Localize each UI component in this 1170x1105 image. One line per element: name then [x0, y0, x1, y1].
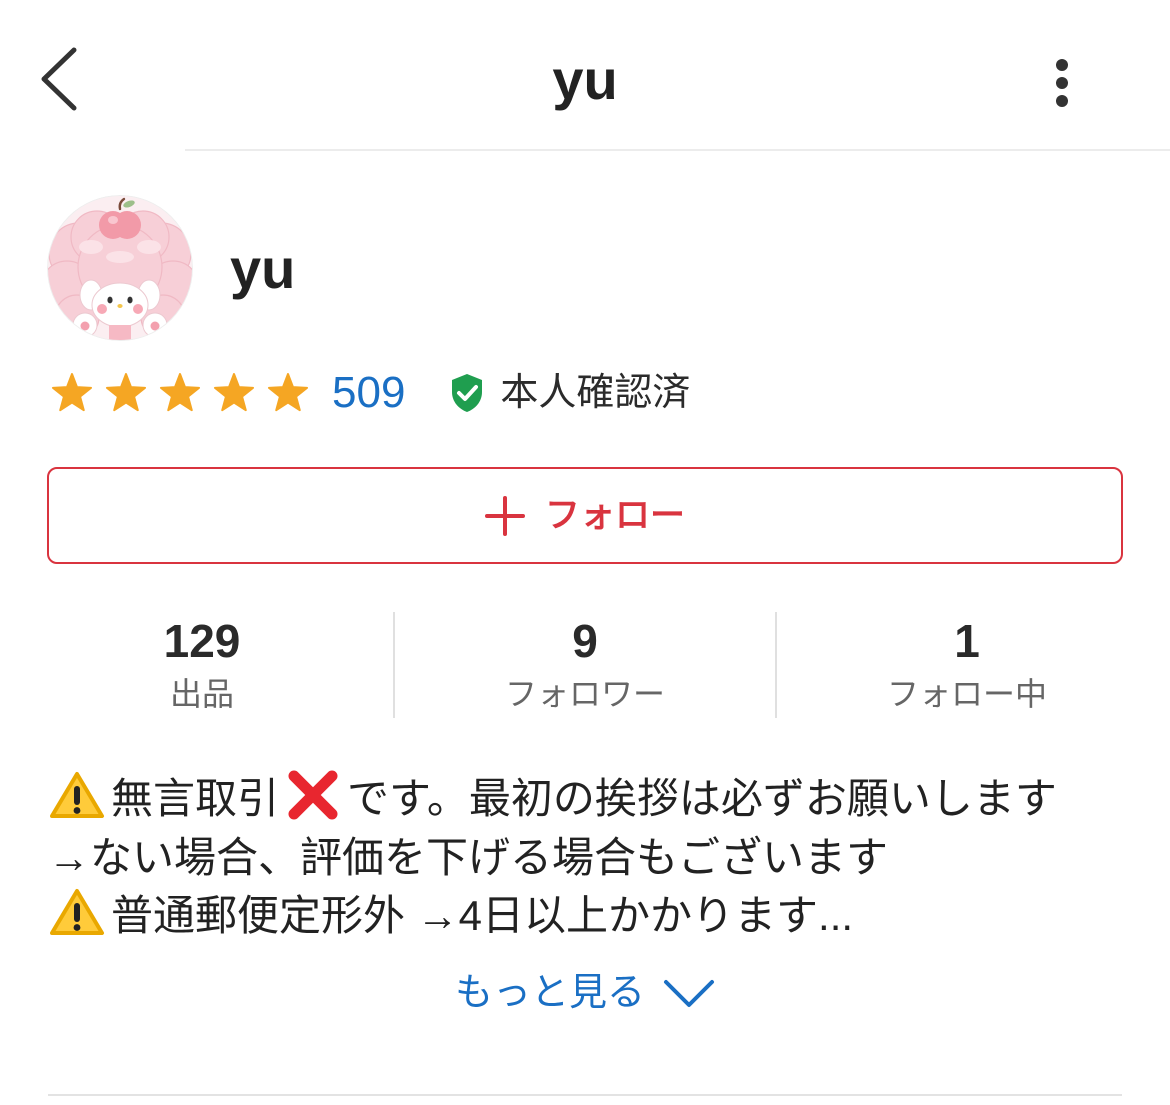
follow-button-label: フォロー — [544, 495, 685, 535]
warning-icon — [50, 889, 104, 935]
stat-value: 9 — [572, 615, 598, 667]
more-menu-button[interactable] — [1046, 54, 1078, 112]
bio-line: →ない場合、評価を下げる場合もございます — [48, 825, 1122, 883]
stat-label: フォロー中 — [886, 676, 1047, 712]
shield-check-icon — [452, 374, 483, 412]
stat-following[interactable]: 1 フォロー中 — [776, 612, 1158, 718]
page-title: yu — [552, 48, 618, 111]
bio-text: →ない場合、評価を下げる場合もございます — [48, 833, 889, 881]
show-more-label: もっと見る — [454, 972, 645, 1014]
rating-stars[interactable] — [51, 372, 309, 414]
bio-text: 普通郵便定形外 →4日以上かかります... — [111, 891, 854, 939]
verification-label: 本人確認済 — [500, 372, 691, 414]
stat-listings[interactable]: 129 出品 — [11, 612, 393, 718]
more-vertical-icon — [1056, 59, 1068, 107]
avatar — [47, 195, 193, 341]
bio-text: 無言取引 — [111, 774, 280, 822]
profile-name: yu — [230, 237, 296, 300]
cross-mark-icon — [288, 770, 338, 820]
rating-row: 509 本人確認済 — [51, 368, 690, 418]
bio-line: 普通郵便定形外 →4日以上かかります... — [48, 883, 1122, 941]
star-icon — [105, 373, 147, 412]
star-icon — [213, 373, 255, 412]
review-count-link[interactable]: 509 — [332, 368, 405, 418]
star-icon — [51, 373, 93, 412]
stat-value: 129 — [163, 615, 241, 667]
bio-line: 無言取引 です。最初の挨拶は必ずお願いします — [48, 766, 1122, 824]
stat-value: 1 — [954, 615, 980, 667]
star-icon — [159, 373, 201, 412]
chevron-down-icon — [664, 980, 714, 1007]
stat-label: フォロワー — [504, 676, 665, 712]
star-icon — [267, 373, 309, 412]
bio-text: です。最初の挨拶は必ずお願いします — [347, 774, 1057, 822]
show-more-button[interactable]: もっと見る — [455, 968, 715, 1018]
plus-icon — [484, 495, 525, 536]
stat-followers[interactable]: 9 フォロワー — [394, 612, 776, 718]
show-more-row: もっと見る — [0, 968, 1170, 1018]
stat-label: 出品 — [169, 676, 234, 712]
header-divider — [185, 149, 1170, 151]
section-divider — [48, 1094, 1122, 1096]
warning-icon — [50, 772, 104, 818]
follow-button[interactable]: フォロー — [47, 467, 1123, 564]
